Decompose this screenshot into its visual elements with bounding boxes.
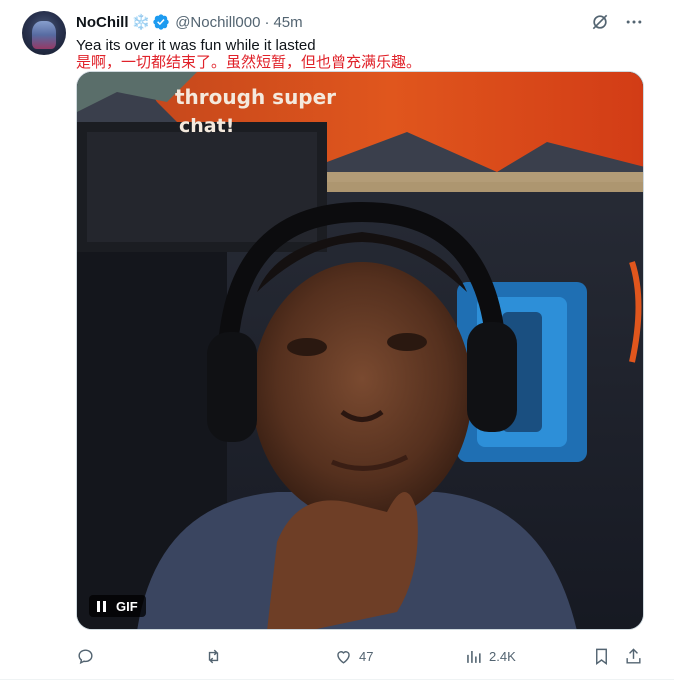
retweet-icon (208, 649, 219, 663)
more-options-icon[interactable] (624, 12, 644, 32)
timestamp[interactable]: 45m (273, 14, 302, 31)
views-count: 2.4K (489, 648, 516, 664)
share-button[interactable] (624, 644, 643, 668)
gif-media[interactable]: through super chat! GIF (76, 71, 644, 630)
reply-button[interactable] (76, 644, 101, 668)
tweet-text: Yea its over it was fun while it lasted (76, 37, 316, 54)
verified-badge-icon (153, 14, 169, 30)
snowflake-emoji: ❄️ (131, 14, 151, 31)
overlay-text-line2: chat! (179, 115, 234, 137)
bookmark-button[interactable] (592, 644, 611, 668)
grok-icon[interactable] (590, 12, 610, 32)
like-button[interactable]: 47 (334, 644, 373, 668)
gif-frame: through super chat! (77, 72, 643, 629)
pause-icon[interactable] (97, 600, 106, 612)
separator-dot: · (264, 13, 270, 31)
author-handle[interactable]: @Nochill000 (175, 14, 260, 31)
author-name[interactable]: NoChill (76, 14, 129, 31)
bookmark-icon (596, 648, 607, 665)
tweet-actions: 47 2.4K (76, 644, 648, 668)
share-icon (626, 647, 641, 664)
tweet-header: NoChill ❄️ @Nochill000 · 45m (76, 12, 303, 32)
avatar[interactable] (22, 11, 66, 55)
tweet-card[interactable]: NoChill ❄️ @Nochill000 · 45m Yea its ove… (0, 0, 674, 680)
views-button[interactable]: 2.4K (464, 644, 516, 668)
retweet-button[interactable] (204, 644, 229, 668)
overlay-text-line1: through super (175, 85, 336, 109)
views-chart-icon (467, 650, 481, 663)
top-right-actions (590, 12, 644, 32)
gif-label: GIF (116, 598, 138, 614)
like-count: 47 (359, 648, 374, 664)
heart-icon (337, 650, 350, 664)
tweet-translation: 是啊，一切都结束了。虽然短暂，但也曾充满乐趣。 (76, 54, 422, 71)
gif-badge[interactable]: GIF (89, 595, 146, 617)
reply-icon (78, 648, 93, 664)
